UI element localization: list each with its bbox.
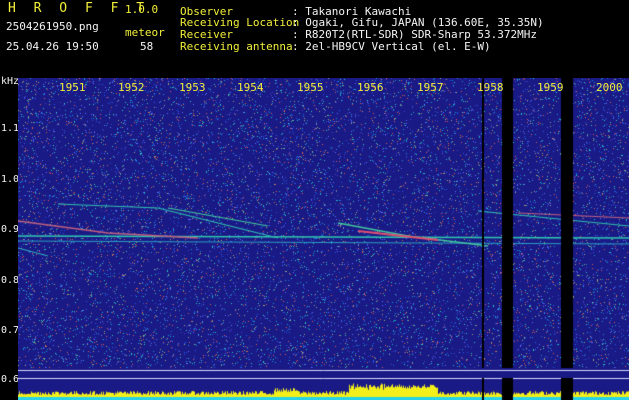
time-tick-label: 1954 xyxy=(237,81,264,94)
antenna-label: Receiving antenna xyxy=(180,40,293,53)
time-tick-label: 1952 xyxy=(118,81,145,94)
y-tick-label: 0.9 xyxy=(1,224,20,235)
time-tick-label: 1957 xyxy=(417,81,444,94)
app-version: 1.0.0 xyxy=(125,3,159,16)
info-header: H R O F F T 1.0.0 2504261950.png meteor … xyxy=(0,0,629,78)
time-tick-label: 2000 xyxy=(596,81,623,94)
time-tick-label: 1951 xyxy=(59,81,86,94)
y-tick-label: 1.0 xyxy=(1,174,20,185)
y-tick-label: 0.7 xyxy=(1,325,20,336)
y-tick-label: 0.8 xyxy=(1,275,20,286)
antenna-value: : 2el-HB9CV Vertical (el. E-W) xyxy=(292,40,491,53)
file-name: 2504261950.png xyxy=(6,20,99,33)
y-tick-label: 0.6 xyxy=(1,374,20,385)
time-tick-label: 1958 xyxy=(477,81,504,94)
spectrogram-plot: 1951 1952 1953 1954 1955 1956 1957 1958 … xyxy=(18,78,629,400)
meteor-count: 58 xyxy=(140,40,154,53)
time-tick-label: 1953 xyxy=(179,81,206,94)
y-tick-label: 1.1 xyxy=(1,123,20,134)
observation-datetime: 25.04.26 19:50 xyxy=(6,40,99,53)
y-axis-unit: kHz xyxy=(1,76,20,87)
time-tick-label: 1959 xyxy=(537,81,564,94)
spectrogram-canvas xyxy=(18,78,629,400)
time-tick-label: 1956 xyxy=(357,81,384,94)
count-label: meteor xyxy=(125,26,165,39)
time-tick-label: 1955 xyxy=(297,81,324,94)
frequency-axis: kHz 1.1 1.0 0.9 0.8 0.7 0.6 xyxy=(0,76,20,400)
